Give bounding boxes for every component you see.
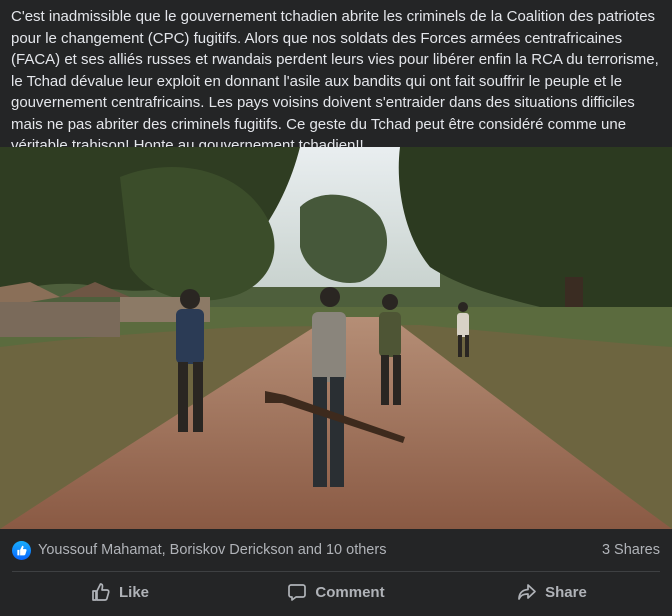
divider — [12, 571, 660, 572]
comment-icon — [287, 582, 307, 602]
post-text: C'est inadmissible que le gouvernement t… — [11, 8, 663, 154]
photo-scene — [0, 147, 672, 529]
like-label: Like — [118, 583, 149, 601]
like-icon — [12, 540, 31, 560]
action-bar: Like Comment Share — [12, 574, 660, 610]
reaction-names[interactable]: Youssouf Mahamat, Boriskov Derickson and… — [38, 542, 602, 558]
post-photo[interactable] — [0, 147, 672, 529]
shares-count[interactable]: 3 Shares — [602, 542, 660, 558]
share-label: Share — [545, 583, 587, 601]
comment-button[interactable]: Comment — [228, 574, 444, 610]
comment-label: Comment — [315, 583, 385, 601]
facebook-post: C'est inadmissible que le gouvernement t… — [0, 0, 672, 616]
share-button[interactable]: Share — [444, 574, 660, 610]
reactions-bar[interactable]: Youssouf Mahamat, Boriskov Derickson and… — [12, 538, 660, 562]
like-button[interactable]: Like — [12, 574, 228, 610]
thumbs-up-icon — [91, 582, 111, 602]
share-icon — [517, 582, 537, 602]
